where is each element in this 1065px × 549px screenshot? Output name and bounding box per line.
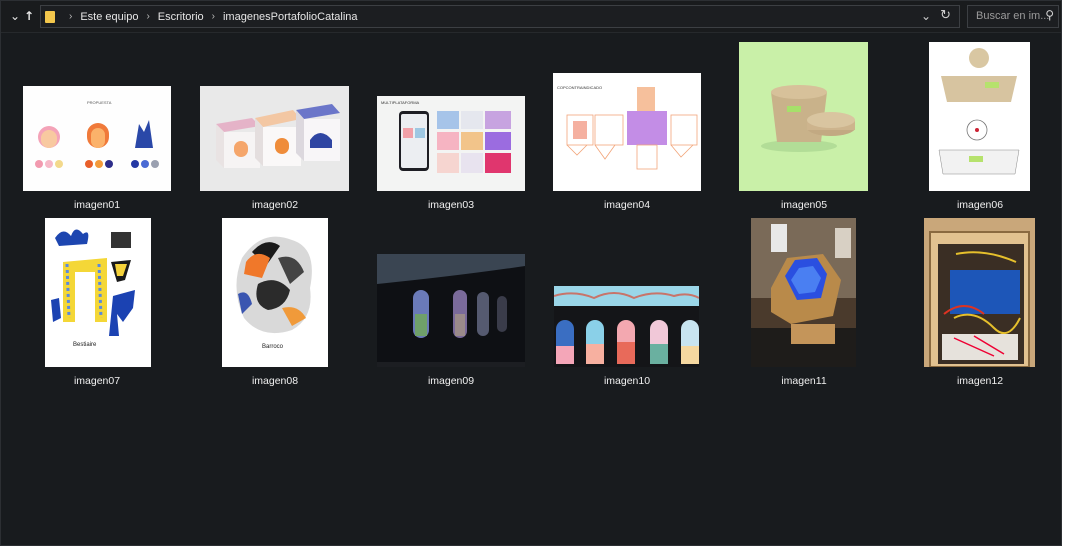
file-thumbnail[interactable]: Barroco bbox=[222, 218, 328, 367]
file-thumbnail[interactable]: MULTIPLATAFORMA bbox=[377, 96, 525, 191]
chevron-right-icon[interactable]: › bbox=[69, 11, 72, 22]
file-thumbnail[interactable]: Bestiaire bbox=[45, 218, 151, 367]
search-input[interactable]: Buscar en im... ⚲ bbox=[967, 5, 1059, 28]
search-placeholder: Buscar en im... bbox=[976, 10, 1050, 22]
file-name[interactable]: imagen09 bbox=[391, 375, 511, 387]
file-name[interactable]: imagen06 bbox=[920, 199, 1040, 211]
file-name[interactable]: imagen12 bbox=[920, 375, 1040, 387]
path-box[interactable]: › Este equipo › Escritorio › imagenesPor… bbox=[40, 5, 960, 28]
file-name[interactable]: imagen01 bbox=[37, 199, 157, 211]
file-thumbnail[interactable] bbox=[751, 218, 856, 367]
address-bar: ⌄ ↑ › Este equipo › Escritorio › imagene… bbox=[1, 1, 1061, 33]
file-name[interactable]: imagen04 bbox=[567, 199, 687, 211]
path-dropdown-icon[interactable]: ⌄ bbox=[921, 9, 931, 23]
breadcrumb-item-este-equipo[interactable]: Este equipo bbox=[80, 11, 138, 23]
svg-text:MULTIPLATAFORMA: MULTIPLATAFORMA bbox=[381, 100, 420, 105]
breadcrumb-item-current-folder[interactable]: imagenesPortafolioCatalina bbox=[223, 11, 358, 23]
file-thumbnail[interactable] bbox=[554, 286, 699, 367]
svg-text:PROPUESTA: PROPUESTA bbox=[87, 100, 112, 105]
file-thumbnail[interactable] bbox=[929, 42, 1030, 191]
chevron-down-icon[interactable]: ⌄ bbox=[10, 9, 20, 23]
file-thumbnail[interactable] bbox=[377, 254, 525, 367]
file-thumbnail[interactable] bbox=[924, 218, 1035, 367]
up-arrow-icon[interactable]: ↑ bbox=[24, 9, 34, 23]
file-name[interactable]: imagen03 bbox=[391, 199, 511, 211]
svg-text:COPCONTRAINDICADO: COPCONTRAINDICADO bbox=[557, 85, 602, 90]
file-name[interactable]: imagen11 bbox=[744, 375, 864, 387]
file-name[interactable]: imagen10 bbox=[567, 375, 687, 387]
file-thumbnail[interactable] bbox=[739, 42, 868, 191]
breadcrumb: › Este equipo › Escritorio › imagenesPor… bbox=[45, 6, 358, 27]
file-name[interactable]: imagen05 bbox=[744, 199, 864, 211]
file-thumbnail[interactable]: PROPUESTA bbox=[23, 86, 171, 191]
chevron-right-icon[interactable]: › bbox=[212, 11, 215, 22]
search-icon[interactable]: ⚲ bbox=[1045, 8, 1054, 22]
file-thumbnail[interactable] bbox=[200, 86, 349, 191]
file-name[interactable]: imagen02 bbox=[215, 199, 335, 211]
file-name[interactable]: imagen07 bbox=[37, 375, 157, 387]
refresh-icon[interactable]: ↻ bbox=[940, 8, 951, 23]
folder-icon bbox=[45, 10, 55, 23]
file-thumbnail[interactable]: COPCONTRAINDICADO bbox=[553, 73, 701, 191]
file-name[interactable]: imagen08 bbox=[215, 375, 335, 387]
breadcrumb-item-escritorio[interactable]: Escritorio bbox=[158, 11, 204, 23]
chevron-right-icon[interactable]: › bbox=[146, 11, 149, 22]
svg-text:Bestiaire: Bestiaire bbox=[73, 342, 97, 348]
svg-text:Barroco: Barroco bbox=[262, 344, 284, 350]
file-explorer-window: ⌄ ↑ › Este equipo › Escritorio › imagene… bbox=[0, 0, 1062, 546]
